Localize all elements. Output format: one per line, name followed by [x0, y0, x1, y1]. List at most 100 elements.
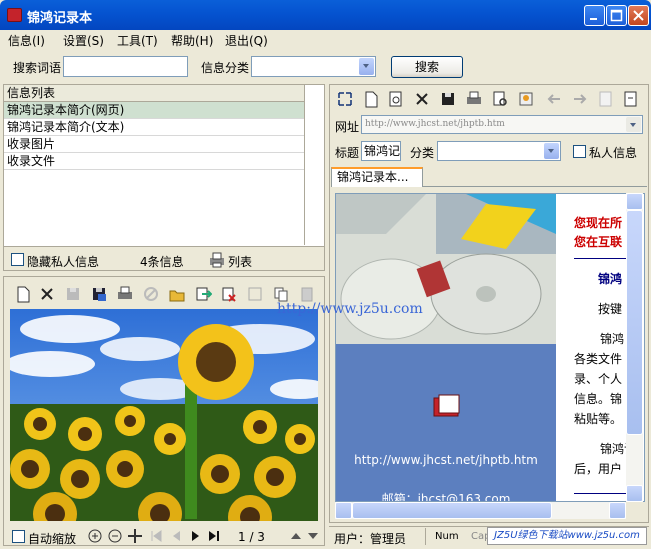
- private-info-checkbox[interactable]: [573, 145, 586, 158]
- open-folder-icon[interactable]: [168, 285, 186, 303]
- status-user: 用户：管理员: [334, 532, 407, 546]
- blue-info-panel: http://www.jhcst.net/jhptb.htm 邮箱：jhcst@…: [336, 344, 556, 501]
- watermark-badge: JZ5U绿色下载站www.jz5u.com: [487, 527, 647, 545]
- import-icon[interactable]: [220, 285, 238, 303]
- hide-private-checkbox[interactable]: [11, 253, 24, 266]
- body-line: 信息。锦: [574, 392, 623, 406]
- delete-icon[interactable]: [38, 285, 56, 303]
- body-line: 后，用户: [574, 462, 623, 476]
- sunflower-image: [10, 309, 318, 521]
- save-icon[interactable]: [439, 90, 457, 108]
- close-icon: [633, 10, 644, 21]
- disks-photo: [336, 194, 556, 344]
- site-url[interactable]: http://www.jhcst.net/jhptb.htm: [336, 453, 556, 467]
- last-page-icon[interactable]: [205, 527, 223, 545]
- welcome-line-1: 您现在所: [574, 216, 623, 230]
- private-info-label: 私人信息: [589, 146, 638, 160]
- category-label-editor: 分类: [410, 146, 435, 160]
- url-input[interactable]: http://www.jhcst.net/jhptb.htm: [361, 115, 643, 134]
- app-book-icon: [7, 8, 22, 22]
- open-in-browser-icon[interactable]: [622, 90, 640, 108]
- back-arrow-icon: [547, 94, 560, 104]
- chevron-down-icon[interactable]: [544, 143, 559, 159]
- delete-icon[interactable]: [413, 90, 431, 108]
- scroll-thumb[interactable]: [626, 210, 643, 435]
- watermark-url: http://www.jz5u.com: [277, 301, 423, 317]
- list-item[interactable]: 收录图片: [4, 136, 304, 153]
- refresh-icon[interactable]: [387, 90, 405, 108]
- menu-tools[interactable]: 工具(T): [117, 32, 158, 49]
- list-item[interactable]: 锦鸿记录本简介(网页): [4, 102, 304, 119]
- printer-icon[interactable]: [116, 285, 134, 303]
- divider: [574, 258, 634, 259]
- crop-icon: [248, 287, 262, 301]
- scroll-up-icon[interactable]: [626, 193, 643, 210]
- maximize-icon: [610, 9, 623, 22]
- vertical-scrollbar[interactable]: [626, 193, 643, 502]
- next-page-icon[interactable]: [186, 527, 204, 545]
- body-line: 锦鸿: [600, 332, 625, 346]
- category-select[interactable]: [251, 56, 376, 77]
- scroll-right-icon[interactable]: [609, 502, 626, 519]
- product-title: 锦鸿: [598, 272, 623, 286]
- new-file-icon[interactable]: [14, 285, 32, 303]
- title-bar: 锦鸿记录本: [0, 0, 651, 30]
- fullscreen-icon[interactable]: [336, 90, 354, 108]
- list-item[interactable]: 锦鸿记录本简介(文本): [4, 119, 304, 136]
- body-line: 录、个人: [574, 372, 623, 386]
- column-divider: [304, 85, 305, 245]
- scroll-left-icon[interactable]: [335, 502, 352, 519]
- image-icon[interactable]: [517, 90, 535, 108]
- web-content: http://www.jhcst.net/jhptb.htm 邮箱：jhcst@…: [335, 193, 645, 502]
- auto-zoom-checkbox[interactable]: [12, 530, 25, 543]
- menu-settings[interactable]: 设置(S): [63, 32, 104, 49]
- forward-arrow-icon: [574, 94, 587, 104]
- body-line: 粘贴等。: [574, 412, 623, 426]
- chevron-down-icon[interactable]: [359, 58, 374, 75]
- stop-icon: [599, 91, 612, 107]
- zoom-out-icon[interactable]: [106, 527, 124, 545]
- view-list-label[interactable]: 列表: [228, 253, 252, 270]
- save-icon: [67, 288, 79, 300]
- first-page-icon: [151, 530, 162, 542]
- save-as-icon[interactable]: [90, 285, 108, 303]
- chevron-down-icon: [626, 117, 641, 132]
- tab-document[interactable]: 锦鸿记录本...: [331, 167, 423, 187]
- list-item[interactable]: 收录文件: [4, 153, 304, 170]
- menu-info[interactable]: 信息(I): [8, 32, 45, 49]
- scroll-down-icon[interactable]: [304, 527, 322, 545]
- prev-page-icon: [173, 531, 180, 541]
- window-title: 锦鸿记录本: [27, 11, 93, 26]
- new-file-icon[interactable]: [362, 90, 380, 108]
- menu-bar: 信息(I) 设置(S) 工具(T) 帮助(H) 退出(Q): [0, 30, 651, 50]
- maximize-button[interactable]: [606, 5, 627, 26]
- printer-icon[interactable]: [208, 251, 226, 269]
- scroll-thumb-horizontal[interactable]: [352, 502, 552, 519]
- print-preview-icon[interactable]: [491, 90, 509, 108]
- move-icon[interactable]: [126, 527, 144, 545]
- search-bar: 搜索词语 信息分类 搜索: [0, 52, 651, 82]
- scroll-down-icon[interactable]: [626, 485, 643, 502]
- search-button[interactable]: 搜索: [391, 56, 463, 78]
- title-input[interactable]: 锦鸿记: [361, 141, 401, 161]
- minimize-button[interactable]: [584, 5, 605, 26]
- scroll-up-icon[interactable]: [287, 527, 305, 545]
- category-select-editor[interactable]: [437, 141, 561, 161]
- url-value: http://www.jhcst.net/jhptb.htm: [365, 119, 505, 129]
- menu-exit[interactable]: 退出(Q): [225, 32, 268, 49]
- book-icon: [433, 394, 460, 417]
- printer-icon[interactable]: [465, 90, 483, 108]
- menu-help[interactable]: 帮助(H): [171, 32, 213, 49]
- list-header: 信息列表: [4, 85, 304, 102]
- export-icon[interactable]: [194, 285, 212, 303]
- horizontal-scrollbar[interactable]: [335, 502, 626, 519]
- keyword-label: 搜索词语: [13, 61, 62, 75]
- status-divider: [425, 528, 426, 545]
- email[interactable]: 邮箱：jhcst@163.com: [336, 490, 556, 501]
- sunflower-picture: [10, 309, 318, 521]
- zoom-in-icon[interactable]: [86, 527, 104, 545]
- hide-private-label: 隐藏私人信息: [27, 255, 100, 269]
- close-button[interactable]: [628, 5, 649, 26]
- status-num: Num: [435, 531, 459, 542]
- keyword-input[interactable]: [63, 56, 188, 77]
